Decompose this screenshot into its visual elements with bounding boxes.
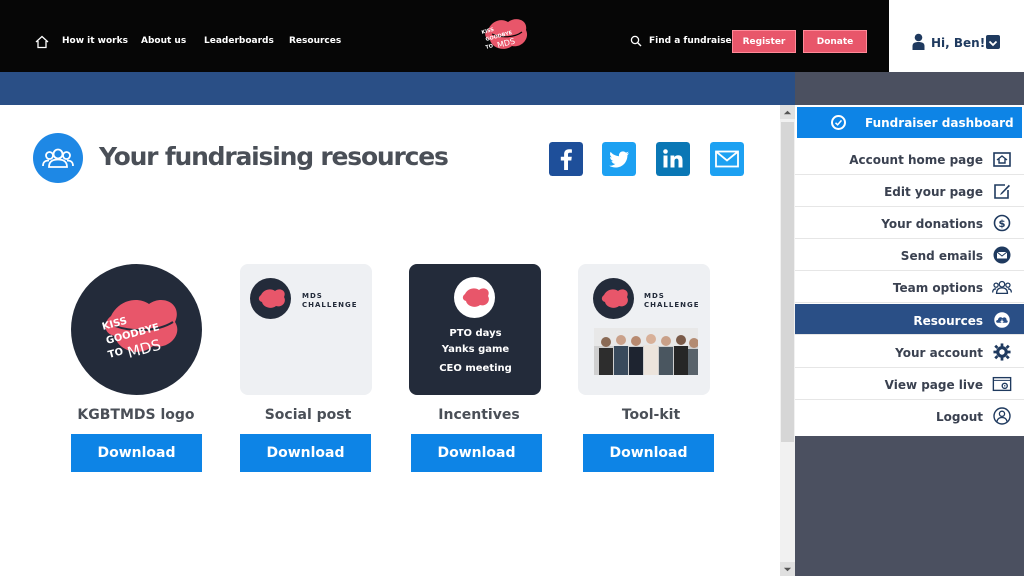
- incentive-pto: PTO days: [449, 328, 502, 339]
- home-icon[interactable]: [34, 34, 50, 50]
- kgbtmds-logo-image: KISS GOODBYE TO MDS: [101, 300, 178, 362]
- sidebar-item-donations[interactable]: Your donations $: [795, 207, 1024, 239]
- page-root: How it works About us Leaderboards Resou…: [0, 0, 1024, 576]
- social-post-mds: MDS: [302, 292, 323, 300]
- user-greeting[interactable]: Hi, Ben!: [931, 36, 985, 50]
- sidebar-item-account-home[interactable]: Account home page: [795, 143, 1024, 175]
- sidebar-item-label: Resources: [913, 314, 983, 328]
- toolkit-mds: MDS: [644, 292, 665, 300]
- team-photo-image: [594, 328, 698, 375]
- download-incentives-button[interactable]: Download: [411, 434, 542, 472]
- sidebar-item-resources[interactable]: Resources: [795, 304, 1024, 335]
- sidebar-item-edit-page[interactable]: Edit your page: [795, 175, 1024, 207]
- group-icon: [42, 148, 74, 168]
- toolkit-logo: [593, 278, 634, 319]
- sidebar-item-your-account[interactable]: Your account: [795, 336, 1024, 368]
- scroll-up-button[interactable]: [780, 105, 795, 119]
- user-logout-icon: [993, 407, 1011, 425]
- team-icon: [992, 280, 1012, 294]
- email-share-icon[interactable]: [710, 142, 744, 176]
- twitter-icon[interactable]: [602, 142, 636, 176]
- brand-logo[interactable]: KISS GOODBYE TO MDS: [478, 14, 530, 58]
- browser-gear-icon: [992, 376, 1012, 392]
- sidebar-header-title: Fundraiser dashboard: [865, 116, 1014, 130]
- nav-leaderboards[interactable]: Leaderboards: [204, 36, 274, 46]
- mini-lips-icon: [601, 289, 628, 308]
- social-post-challenge: CHALLENGE: [302, 301, 358, 309]
- user-dropdown-button[interactable]: [986, 35, 1000, 49]
- email-icon: [993, 246, 1011, 264]
- sidebar-item-team-options[interactable]: Team options: [795, 271, 1024, 303]
- logo-text-to: TO: [485, 43, 494, 51]
- home-icon: [993, 152, 1011, 167]
- arrow-up-icon: [783, 110, 792, 114]
- nav-about-us[interactable]: About us: [141, 36, 186, 46]
- find-fundraiser-link[interactable]: Find a fundraiser: [649, 36, 736, 46]
- download-toolkit-button[interactable]: Download: [583, 434, 714, 472]
- donate-button[interactable]: Donate: [803, 30, 867, 53]
- arrow-down-icon: [783, 567, 792, 571]
- incentives-logo: [454, 277, 495, 318]
- logo-preview: KISS GOODBYE TO MDS: [71, 264, 202, 395]
- svg-text:$: $: [999, 219, 1006, 230]
- incentive-yanks: Yanks game: [441, 344, 510, 355]
- resource-label-social-post: Social post: [264, 407, 352, 423]
- download-social-post-button[interactable]: Download: [240, 434, 371, 472]
- resource-label-toolkit: Tool-kit: [621, 407, 681, 423]
- mini-lips-icon: [462, 288, 489, 307]
- register-button[interactable]: Register: [732, 30, 796, 53]
- header-band: [0, 72, 795, 105]
- sidebar-item-label: Account home page: [849, 153, 983, 167]
- scroll-down-button[interactable]: [780, 562, 795, 576]
- download-logo-button[interactable]: Download: [71, 434, 202, 472]
- sidebar-item-label: Your donations: [881, 217, 983, 231]
- resource-label-incentives: Incentives: [438, 407, 520, 423]
- page-title: Your fundraising resources: [99, 142, 449, 171]
- sidebar-item-label: Edit your page: [884, 185, 983, 199]
- social-post-logo: [250, 278, 291, 319]
- nav-resources[interactable]: Resources: [289, 36, 341, 46]
- edit-icon: [994, 184, 1010, 199]
- sidebar-item-label: Send emails: [900, 249, 983, 263]
- toolkit-challenge: CHALLENGE: [644, 301, 700, 309]
- sidebar-item-label: View page live: [884, 378, 983, 392]
- incentive-ceo: CEO meeting: [439, 363, 512, 374]
- chevron-down-icon: [988, 40, 998, 47]
- sidebar-item-label: Team options: [892, 281, 983, 295]
- facebook-icon[interactable]: [549, 142, 583, 176]
- group-badge: [33, 133, 83, 183]
- svg-text:TO: TO: [107, 346, 125, 361]
- scrollbar-thumb[interactable]: [781, 122, 794, 442]
- sidebar-item-logout[interactable]: Logout: [795, 400, 1024, 432]
- sidebar-item-label: Logout: [935, 410, 983, 424]
- mini-lips-icon: [258, 289, 285, 308]
- user-icon: [912, 33, 925, 50]
- nav-how-it-works[interactable]: How it works: [62, 36, 128, 46]
- resource-label-logo: KGBTMDS logo: [77, 407, 195, 423]
- check-circle-icon: [831, 115, 846, 130]
- gear-icon: [993, 343, 1011, 361]
- sidebar-item-label: Your account: [895, 346, 983, 360]
- sidebar-item-send-emails[interactable]: Send emails: [795, 239, 1024, 271]
- sidebar-item-view-page-live[interactable]: View page live: [795, 368, 1024, 400]
- dollar-icon: $: [993, 214, 1011, 232]
- linkedin-icon[interactable]: [656, 142, 690, 176]
- cloud-download-icon: [994, 312, 1010, 328]
- search-icon[interactable]: [630, 35, 642, 47]
